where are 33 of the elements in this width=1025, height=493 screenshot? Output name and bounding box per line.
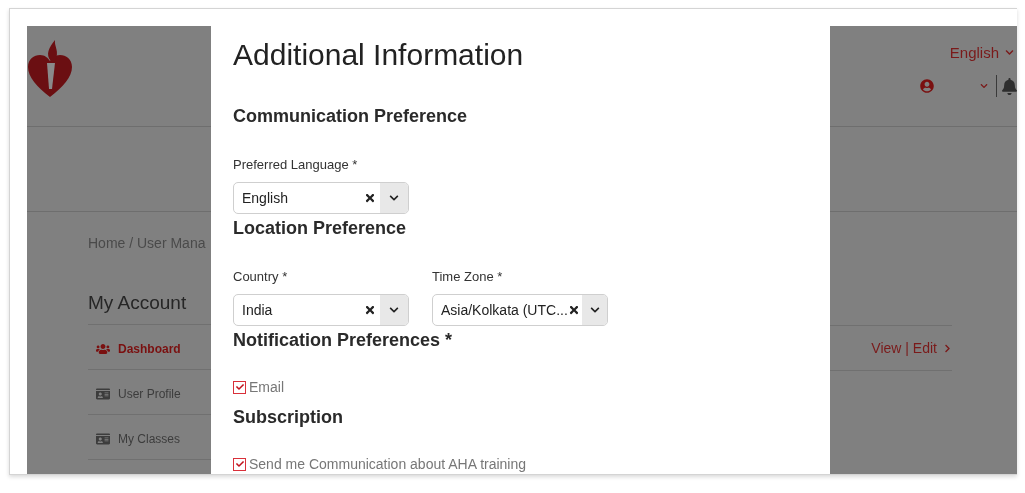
clear-icon[interactable] — [364, 304, 376, 316]
id-card-icon — [96, 386, 110, 401]
field-label: Preferred Language * — [233, 157, 359, 172]
modal-title: Additional Information — [233, 38, 525, 72]
chevron-right-icon — [943, 343, 952, 353]
checkbox[interactable] — [233, 380, 246, 394]
user-icon[interactable] — [920, 79, 934, 93]
chevron-down-icon — [389, 193, 399, 203]
section-heading: Communication Preference — [233, 106, 469, 127]
section-heading: Notification Preferences * — [233, 330, 454, 351]
select-field[interactable]: English — [233, 182, 409, 214]
check-icon — [235, 460, 244, 468]
select-field[interactable]: India — [233, 294, 409, 326]
chevron-down-icon — [389, 305, 399, 315]
checkbox[interactable] — [233, 457, 246, 471]
field-label: Time Zone * — [432, 269, 504, 284]
bell-icon[interactable] — [1001, 77, 1017, 95]
view-edit-link[interactable]: View | Edit — [871, 340, 952, 356]
checkbox-label: Email — [249, 379, 284, 395]
chevron-down-icon[interactable] — [980, 82, 988, 90]
section-heading: Subscription — [233, 407, 344, 428]
clear-icon[interactable] — [567, 304, 580, 316]
section-heading: Location Preference — [233, 218, 408, 239]
clear-icon[interactable] — [364, 192, 376, 204]
checkbox-label: Send me Communication about AHA training — [249, 456, 527, 472]
chevron-down-icon — [589, 305, 600, 315]
field-label: Country * — [233, 269, 289, 284]
chevron-down-icon — [1005, 48, 1014, 57]
language-dropdown[interactable]: English — [830, 44, 1017, 61]
select-field[interactable]: Asia/Kolkata (UTC... — [432, 294, 608, 326]
users-icon — [96, 341, 110, 356]
check-icon — [235, 383, 244, 391]
id-card-icon — [96, 431, 110, 446]
